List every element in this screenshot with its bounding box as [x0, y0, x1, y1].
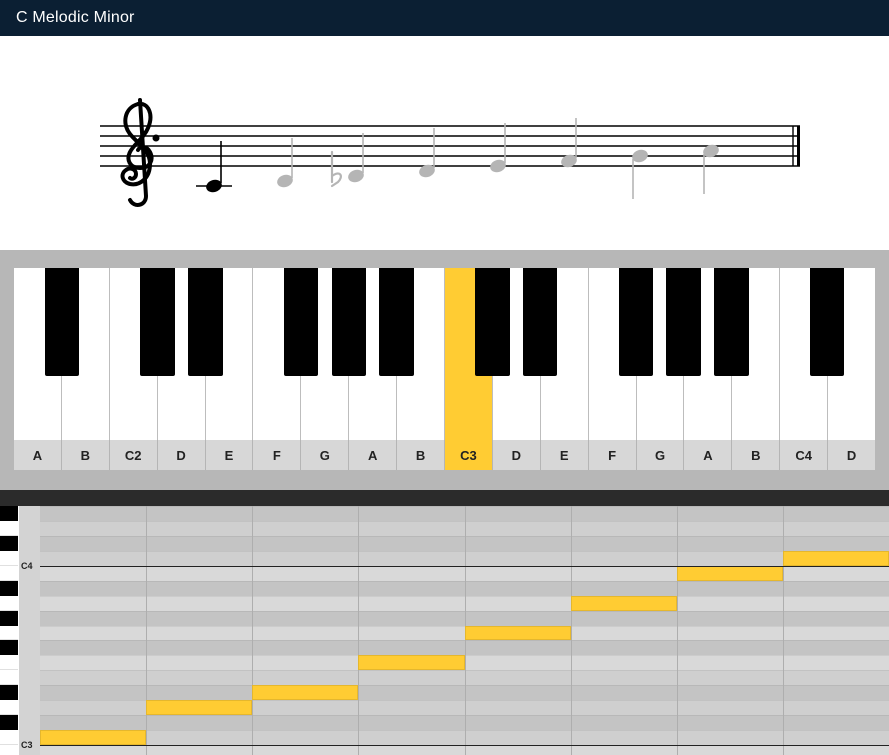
roll-note[interactable]: [358, 655, 464, 670]
black-key[interactable]: [523, 268, 557, 376]
key-label: B: [732, 440, 780, 470]
divider-bar: [0, 490, 889, 506]
notation-area: [0, 36, 889, 250]
note-c5[interactable]: [702, 143, 721, 194]
key-label: A: [349, 440, 397, 470]
black-key[interactable]: [332, 268, 366, 376]
roll-note[interactable]: [40, 730, 146, 745]
flat-accidental-icon: [332, 152, 341, 186]
key-label: E: [541, 440, 589, 470]
piano-roll-gutter: C4 C3: [0, 506, 40, 755]
piano-keyboard[interactable]: [14, 268, 875, 440]
key-label: E: [206, 440, 254, 470]
black-key[interactable]: [475, 268, 509, 376]
note-c4[interactable]: [205, 141, 224, 194]
treble-clef-icon: [123, 100, 160, 205]
note-g4[interactable]: [489, 123, 508, 174]
key-label: G: [637, 440, 685, 470]
key-label: B: [397, 440, 445, 470]
roll-note[interactable]: [252, 685, 358, 700]
title-bar: C Melodic Minor: [0, 0, 889, 36]
roll-note[interactable]: [146, 700, 252, 715]
key-label: G: [301, 440, 349, 470]
piano-roll[interactable]: C4 C3: [0, 506, 889, 755]
black-key[interactable]: [140, 268, 174, 376]
key-label: A: [684, 440, 732, 470]
black-key[interactable]: [379, 268, 413, 376]
key-label: D: [493, 440, 541, 470]
black-key[interactable]: [284, 268, 318, 376]
black-key[interactable]: [45, 268, 79, 376]
staff-svg: [100, 86, 800, 236]
key-label: A: [14, 440, 62, 470]
page: C Melodic Minor: [0, 0, 889, 755]
key-label: F: [589, 440, 637, 470]
roll-note[interactable]: [783, 551, 889, 566]
black-key[interactable]: [714, 268, 748, 376]
black-key[interactable]: [810, 268, 844, 376]
note-b4[interactable]: [631, 148, 650, 199]
black-key[interactable]: [619, 268, 653, 376]
octave-label: C4: [21, 561, 33, 571]
piano-roll-mini-keys: [0, 506, 18, 755]
black-key[interactable]: [188, 268, 222, 376]
key-label: C3: [445, 440, 493, 470]
key-label: D: [158, 440, 206, 470]
black-key[interactable]: [666, 268, 700, 376]
roll-note[interactable]: [465, 626, 571, 641]
octave-label: C3: [21, 740, 33, 750]
note-eb4[interactable]: [347, 133, 366, 184]
keyboard-labels: ABC2DEFGABC3DEFGABC4D: [14, 440, 875, 470]
roll-note[interactable]: [571, 596, 677, 611]
title-text: C Melodic Minor: [16, 9, 135, 27]
key-label: C2: [110, 440, 158, 470]
key-label: F: [253, 440, 301, 470]
keyboard-area: ABC2DEFGABC3DEFGABC4D: [0, 250, 889, 490]
key-label: B: [62, 440, 110, 470]
roll-note[interactable]: [677, 566, 783, 581]
key-label: D: [828, 440, 875, 470]
piano-roll-grid[interactable]: [40, 506, 889, 755]
key-label: C4: [780, 440, 828, 470]
piano-roll-octave-labels: C4 C3: [19, 506, 40, 755]
